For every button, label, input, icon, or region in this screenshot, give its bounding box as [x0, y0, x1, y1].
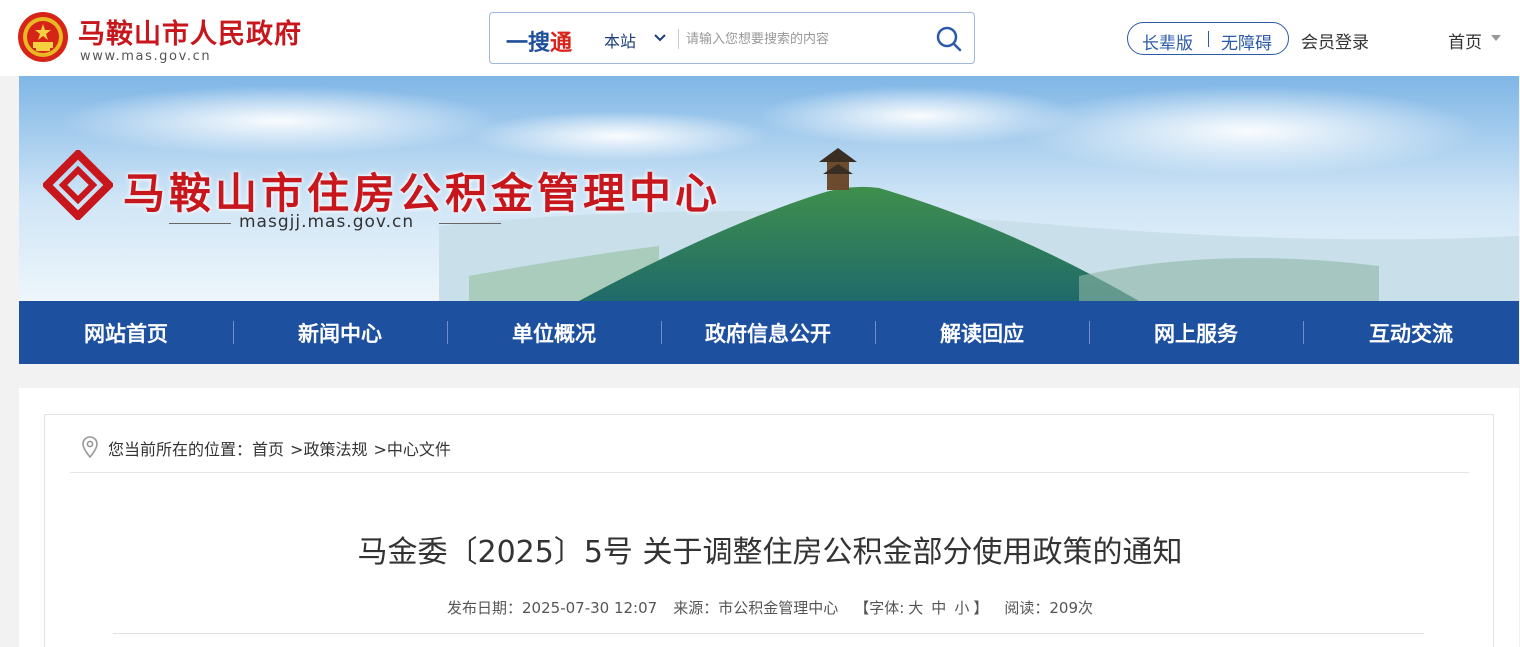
font-size-medium-button[interactable]: 中: [931, 599, 946, 617]
breadcrumb-item-home[interactable]: 首页: [252, 440, 284, 459]
font-size-small-button[interactable]: 小: [954, 599, 969, 617]
font-size-close: 】: [973, 599, 989, 617]
chevron-down-icon[interactable]: [652, 30, 668, 46]
source: 市公积金管理中心: [718, 599, 839, 617]
search-input[interactable]: [686, 26, 926, 52]
nav-item-overview[interactable]: 单位概况: [447, 301, 661, 364]
location-pin-icon: [82, 436, 98, 458]
font-size-open: 【字体:: [854, 599, 905, 617]
search-brand-part-b: 通: [550, 31, 573, 56]
accessibility-link[interactable]: 无障碍: [1221, 29, 1272, 54]
breadcrumb-item-policy[interactable]: 政策法规: [303, 440, 367, 459]
housing-fund-logo-icon: [43, 150, 113, 220]
article-title: 马金委〔2025〕5号 关于调整住房公积金部分使用政策的通知: [357, 535, 1183, 570]
caret-down-icon[interactable]: [1491, 35, 1501, 41]
gov-site-title[interactable]: 马鞍山市人民政府: [78, 12, 302, 51]
read-count-label: 阅读：: [1004, 599, 1050, 617]
member-login-link[interactable]: 会员登录: [1301, 28, 1369, 53]
search-divider: [678, 29, 679, 49]
content-area: 您当前所在的位置：首页 >政策法规 >中心文件 马金委〔2025〕5号 关于调整住房…: [19, 388, 1519, 647]
nav-item-gov-info[interactable]: 政府信息公开: [661, 301, 875, 364]
top-bar: 马鞍山市人民政府 www.mas.gov.cn 一搜通 本站 长辈版 无障碍 会…: [0, 0, 1520, 76]
center-site-title[interactable]: 马鞍山市住房公积金管理中心: [123, 160, 721, 221]
breadcrumb-divider: [70, 472, 1469, 473]
nav-item-news[interactable]: 新闻中心: [233, 301, 447, 364]
switch-divider: [1208, 31, 1209, 47]
nav-item-online-service[interactable]: 网上服务: [1089, 301, 1303, 364]
search-scope-select[interactable]: 本站: [604, 28, 636, 52]
url-decor-line-right: [439, 223, 501, 224]
search-box: 一搜通 本站: [489, 12, 975, 64]
breadcrumb-separator: >: [373, 440, 387, 459]
source-label: 来源：: [673, 599, 719, 617]
meta-divider: [113, 633, 1424, 634]
main-navigation: 网站首页 新闻中心 单位概况 政府信息公开 解读回应 网上服务 互动交流: [19, 301, 1519, 364]
search-brand-part-a: 一搜: [506, 31, 551, 56]
read-count: 209次: [1049, 599, 1093, 617]
publish-date-label: 发布日期：: [447, 599, 523, 617]
elder-mode-link[interactable]: 长辈版: [1142, 29, 1193, 54]
breadcrumb-prefix: 您当前所在的位置：: [108, 440, 253, 459]
breadcrumb-separator: >: [290, 440, 304, 459]
url-decor-line-left: [169, 223, 231, 224]
search-brand-logo: 一搜通: [506, 25, 572, 57]
nav-item-interaction[interactable]: 互动交流: [1303, 301, 1519, 364]
center-site-url: masgjj.mas.gov.cn: [239, 212, 415, 232]
site-banner: 马鞍山市住房公积金管理中心 masgjj.mas.gov.cn: [19, 76, 1519, 301]
national-emblem-icon: [18, 12, 68, 62]
home-menu-link[interactable]: 首页: [1448, 28, 1482, 53]
publish-date: 2025-07-30 12:07: [522, 599, 658, 617]
nav-item-home[interactable]: 网站首页: [19, 301, 233, 364]
breadcrumb-item-center-docs[interactable]: 中心文件: [387, 440, 451, 459]
nav-item-interpretation[interactable]: 解读回应: [875, 301, 1089, 364]
display-mode-switch: 长辈版 无障碍: [1127, 22, 1289, 55]
article-meta: 发布日期：2025-07-30 12:07 来源：市公积金管理中心 【字体: 大中小】…: [45, 597, 1495, 618]
article-panel: 您当前所在的位置：首页 >政策法规 >中心文件 马金委〔2025〕5号 关于调整住房…: [44, 414, 1494, 647]
gov-site-url: www.mas.gov.cn: [80, 49, 212, 64]
search-icon[interactable]: [934, 24, 964, 54]
breadcrumb: 您当前所在的位置：首页 >政策法规 >中心文件: [108, 436, 451, 460]
font-size-large-button[interactable]: 大: [908, 599, 923, 617]
